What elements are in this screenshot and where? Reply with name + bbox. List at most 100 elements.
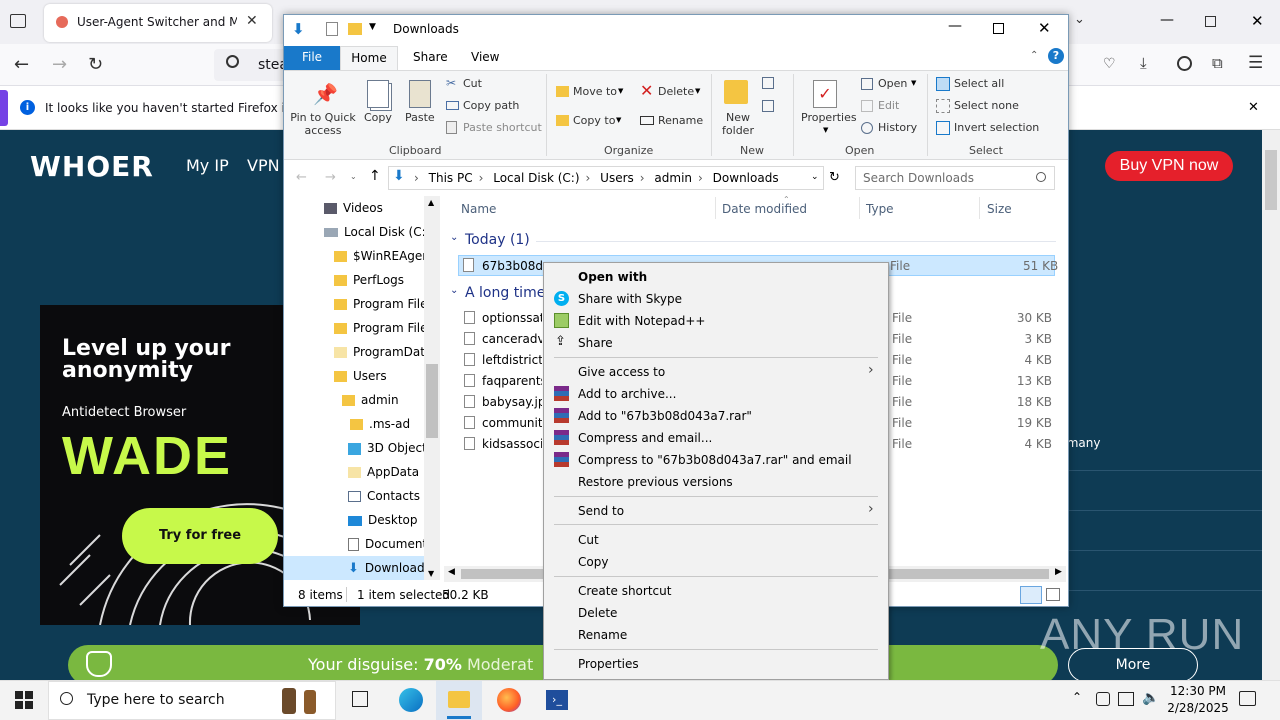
task-view-icon[interactable] (352, 691, 368, 707)
column-name[interactable]: Name (461, 202, 496, 216)
tray-device-icon[interactable] (1096, 692, 1110, 706)
column-size[interactable]: Size (987, 202, 1012, 216)
page-scrollbar[interactable] (1262, 130, 1280, 680)
network-icon[interactable] (1118, 692, 1134, 706)
tab-close-icon[interactable]: ✕ (246, 13, 258, 29)
nav-item-ms-ad[interactable]: .ms-ad (284, 412, 424, 436)
nav-item-admin[interactable]: admin (284, 388, 424, 412)
group-collapse-icon[interactable]: ⌄ (450, 232, 458, 243)
try-free-button[interactable]: Try for free (122, 508, 278, 564)
powershell-icon[interactable]: ›_ (546, 690, 568, 710)
ctx-send-to[interactable]: Send to (578, 504, 624, 518)
nav-forward-icon[interactable]: → (325, 170, 336, 185)
new-folder-button[interactable]: New folder (718, 111, 758, 137)
page-scroll-thumb[interactable] (1265, 150, 1277, 210)
details-view-icon[interactable] (1020, 586, 1042, 604)
crumb-admin[interactable]: admin (654, 171, 692, 185)
ctx-share-skype[interactable]: Share with Skype (578, 292, 682, 306)
notice-close-icon[interactable]: ✕ (1248, 100, 1259, 115)
paste-button[interactable]: Paste (405, 111, 435, 124)
explorer-close-icon[interactable]: ✕ (1038, 19, 1051, 37)
move-to-dropdown-icon[interactable]: ▼ (618, 87, 623, 95)
nav-scroll-down-icon[interactable]: ▼ (428, 569, 434, 578)
account-icon[interactable] (1177, 56, 1192, 71)
ctx-rename[interactable]: Rename (578, 628, 627, 642)
hscroll-right-icon[interactable]: ▶ (1055, 567, 1062, 577)
tab-file[interactable]: File (284, 46, 340, 70)
nav-vpn[interactable]: VPN (247, 156, 280, 175)
nav-item-programdata[interactable]: ProgramData (284, 340, 432, 364)
firefox-icon[interactable] (497, 688, 521, 712)
nav-item-users[interactable]: Users (284, 364, 424, 388)
nav-item-local-disk[interactable]: Local Disk (C:) (284, 220, 430, 244)
properties-qa-icon[interactable] (326, 22, 338, 36)
delete-button[interactable]: Delete (658, 85, 694, 98)
downloads-icon[interactable]: ⤓ (1140, 54, 1147, 72)
address-dropdown-icon[interactable]: ⌄ (811, 172, 819, 182)
firefox-view-icon[interactable] (10, 14, 26, 28)
rename-button[interactable]: Rename (658, 114, 703, 127)
crumb-local-disk[interactable]: Local Disk (C:) (493, 171, 579, 185)
clock-time[interactable]: 12:30 PM (1168, 684, 1228, 698)
edit-button[interactable]: Edit (878, 99, 899, 112)
recent-dropdown-icon[interactable]: ⌄ (350, 172, 357, 181)
large-icons-view-icon[interactable] (1046, 588, 1060, 601)
notifications-icon[interactable] (1239, 691, 1256, 706)
crumb-users[interactable]: Users (600, 171, 634, 185)
reload-icon[interactable]: ↻ (88, 54, 103, 75)
ribbon-collapse-icon[interactable]: ⌃ (1030, 50, 1038, 61)
new-item-icon[interactable] (762, 77, 774, 89)
qa-dropdown-icon[interactable]: ▼ (369, 22, 376, 32)
up-icon[interactable]: ↑ (369, 168, 381, 184)
nav-item-program-files-x86[interactable]: Program Files (284, 316, 434, 340)
volume-icon[interactable]: 🔈 (1142, 690, 1159, 706)
ctx-compress-rar-email[interactable]: Compress to "67b3b08d043a7.rar" and emai… (578, 453, 852, 467)
ctx-create-shortcut[interactable]: Create shortcut (578, 584, 671, 598)
ctx-properties[interactable]: Properties (578, 657, 639, 671)
column-type[interactable]: Type (866, 202, 894, 216)
nav-myip[interactable]: My IP (186, 156, 229, 175)
hscroll-left-icon[interactable]: ◀ (448, 567, 455, 577)
nav-item-program-files[interactable]: Program Files (284, 292, 434, 316)
nav-item-documents[interactable]: Documents (284, 532, 433, 556)
paste-shortcut-button[interactable]: Paste shortcut (463, 121, 542, 134)
delete-dropdown-icon[interactable]: ▼ (695, 87, 700, 95)
ctx-copy[interactable]: Copy (578, 555, 608, 569)
crumb-downloads[interactable]: Downloads (713, 171, 779, 185)
tab-share[interactable]: Share (413, 50, 448, 64)
ctx-compress-email[interactable]: Compress and email... (578, 431, 712, 445)
back-icon[interactable]: ← (14, 54, 29, 75)
nav-item-perflogs[interactable]: PerfLogs (284, 268, 424, 292)
clock-date[interactable]: 2/28/2025 (1164, 701, 1232, 715)
window-restore-icon[interactable] (1205, 16, 1216, 27)
nav-scroll-thumb[interactable] (426, 364, 438, 438)
ctx-share[interactable]: Share (578, 336, 613, 350)
ctx-cut[interactable]: Cut (578, 533, 599, 547)
copy-to-dropdown-icon[interactable]: ▼ (616, 116, 621, 124)
nav-scroll-up-icon[interactable]: ▲ (428, 198, 434, 207)
edge-icon[interactable] (399, 688, 423, 712)
ctx-edit-notepad[interactable]: Edit with Notepad++ (578, 314, 705, 328)
easy-access-icon[interactable] (762, 100, 774, 112)
tray-overflow-icon[interactable]: ⌃ (1072, 690, 1082, 704)
nav-item-videos[interactable]: Videos (284, 196, 424, 220)
tab-list-icon[interactable]: ⌄ (1074, 12, 1085, 27)
window-minimize-icon[interactable]: — (1160, 12, 1174, 28)
buy-vpn-button[interactable]: Buy VPN now (1105, 151, 1233, 181)
copy-path-button[interactable]: Copy path (463, 99, 519, 112)
nav-item-contacts[interactable]: Contacts (284, 484, 424, 508)
crumb-this-pc[interactable]: This PC (429, 171, 473, 185)
refresh-icon[interactable]: ↻ (829, 170, 840, 185)
ctx-delete[interactable]: Delete (578, 606, 617, 620)
nav-item-desktop[interactable]: Desktop (284, 508, 424, 532)
forward-icon[interactable]: → (52, 54, 67, 75)
site-logo[interactable]: WHOER (30, 150, 154, 183)
ctx-add-rar[interactable]: Add to "67b3b08d043a7.rar" (578, 409, 752, 423)
ctx-give-access[interactable]: Give access to (578, 365, 665, 379)
nav-item-3d-objects[interactable]: 3D Objects (284, 436, 433, 460)
properties-button[interactable]: Properties (801, 111, 857, 124)
group-long-ago[interactable]: A long time ago (465, 285, 543, 301)
pocket-icon[interactable]: ♡ (1103, 56, 1116, 72)
explorer-minimize-icon[interactable]: — (948, 18, 962, 34)
group-collapse-icon[interactable]: ⌄ (450, 285, 458, 296)
